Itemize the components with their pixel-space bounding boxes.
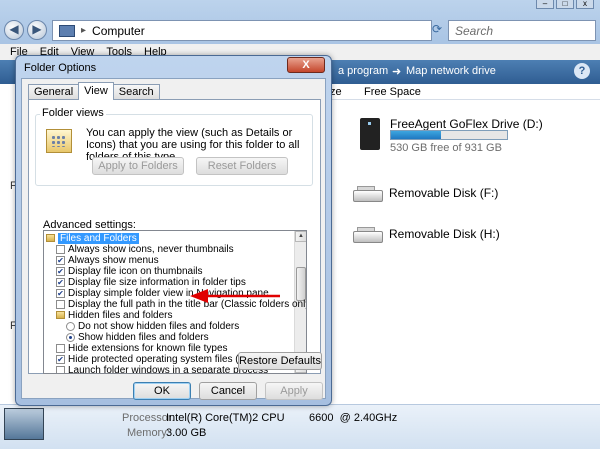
- apply-to-folders-button[interactable]: Apply to Folders: [92, 157, 184, 175]
- ok-button[interactable]: OK: [133, 382, 191, 400]
- checkbox[interactable]: ✔: [56, 355, 65, 364]
- scroll-thumb[interactable]: [296, 267, 306, 301]
- tree-item-label: Display file icon on thumbnails: [68, 266, 203, 277]
- tab-view[interactable]: View: [78, 82, 114, 100]
- window-controls: – □ x: [536, 0, 594, 10]
- memory-label: Memory:: [127, 427, 170, 439]
- tab-search[interactable]: Search: [112, 84, 160, 100]
- folder-views-icon: [46, 129, 72, 153]
- tree-item-label: Files and Folders: [58, 233, 139, 244]
- drive-h-name[interactable]: Removable Disk (H:): [389, 227, 500, 241]
- computer-icon: [4, 408, 44, 440]
- checkbox[interactable]: ✔: [56, 267, 65, 276]
- checkbox[interactable]: [56, 300, 65, 309]
- folder-options-dialog: Folder Options X General View Search Fol…: [15, 55, 332, 406]
- reset-folders-button[interactable]: Reset Folders: [196, 157, 288, 175]
- scroll-up-icon[interactable]: ▲: [295, 231, 306, 242]
- folder-views-title: Folder views: [40, 107, 106, 119]
- uninstall-program-button[interactable]: a program: [338, 65, 388, 77]
- checkbox[interactable]: [56, 245, 65, 254]
- column-free-space[interactable]: Free Space: [364, 86, 421, 98]
- dialog-body: General View Search Folder views You can…: [21, 78, 326, 400]
- refresh-icon[interactable]: ⟳: [432, 22, 442, 36]
- forward-button[interactable]: ▶: [27, 20, 47, 40]
- details-pane: Processor: Intel(R) Core(TM)2 CPU 6600 @…: [0, 404, 600, 449]
- drive-f-name[interactable]: Removable Disk (F:): [389, 186, 498, 200]
- tree-item-label: Do not show hidden files and folders: [78, 321, 240, 332]
- map-drive-icon: ➜: [392, 66, 402, 78]
- removable-disk-icon[interactable]: [353, 186, 383, 204]
- minimize-button[interactable]: –: [536, 0, 554, 9]
- radio-button[interactable]: [66, 322, 75, 331]
- column-headers: ze Free Space: [330, 84, 600, 100]
- checkbox[interactable]: ✔: [56, 256, 65, 265]
- tree-item-label: Display file size information in folder …: [68, 277, 246, 288]
- processor-value: Intel(R) Core(TM)2 CPU 6600 @ 2.40GHz: [166, 412, 398, 424]
- address-bar[interactable]: ▸ Computer: [52, 20, 432, 41]
- tab-strip: General View Search: [28, 82, 160, 100]
- folder-icon: [46, 234, 55, 242]
- drive-d-usage-fill: [391, 131, 441, 139]
- help-icon[interactable]: ?: [574, 63, 590, 79]
- removable-disk-icon[interactable]: [353, 227, 383, 245]
- restore-defaults-button[interactable]: Restore Defaults: [238, 352, 322, 370]
- drive-d-usage-bar: [390, 130, 508, 140]
- search-placeholder: Search: [455, 24, 494, 38]
- breadcrumb-chevron-icon[interactable]: ▸: [81, 25, 86, 36]
- checkbox[interactable]: [56, 366, 65, 373]
- tree-item-label: Show hidden files and folders: [78, 332, 209, 343]
- checkbox[interactable]: ✔: [56, 289, 65, 298]
- close-window-button[interactable]: x: [576, 0, 594, 9]
- map-network-drive-button[interactable]: Map network drive: [406, 65, 496, 77]
- address-text: Computer: [92, 23, 145, 38]
- view-tab-panel: Folder views You can apply the view (suc…: [28, 99, 322, 374]
- dialog-title: Folder Options: [24, 62, 97, 74]
- drive-d-name[interactable]: FreeAgent GoFlex Drive (D:): [390, 117, 543, 131]
- apply-button[interactable]: Apply: [265, 382, 323, 400]
- tree-item-label: Display the full path in the title bar (…: [68, 299, 307, 310]
- back-button[interactable]: ◀: [4, 20, 24, 40]
- tree-item-label: Hidden files and folders: [68, 310, 173, 321]
- checkbox[interactable]: ✔: [56, 278, 65, 287]
- tree-item-label: Hide extensions for known file types: [68, 343, 228, 354]
- cancel-button[interactable]: Cancel: [199, 382, 257, 400]
- search-input[interactable]: Search: [448, 20, 596, 41]
- folder-icon: [56, 311, 65, 319]
- maximize-button[interactable]: □: [556, 0, 574, 9]
- external-drive-icon[interactable]: [360, 118, 380, 150]
- tree-item-label: Always show icons, never thumbnails: [68, 244, 234, 255]
- checkbox[interactable]: [56, 344, 65, 353]
- tab-general[interactable]: General: [28, 84, 80, 100]
- dialog-close-button[interactable]: X: [287, 57, 325, 73]
- computer-icon: [59, 24, 75, 37]
- drive-d-free-space: 530 GB free of 931 GB: [390, 142, 502, 154]
- radio-button[interactable]: [66, 333, 75, 342]
- memory-value: 3.00 GB: [166, 427, 207, 439]
- tree-item-label: Always show menus: [68, 255, 159, 266]
- folder-views-group: Folder views You can apply the view (suc…: [35, 107, 313, 186]
- tree-item-label: Display simple folder view in Navigation…: [68, 288, 269, 299]
- explorer-title-area: – □ x ◀ ▶ ▸ Computer ⟳ Search: [0, 0, 600, 44]
